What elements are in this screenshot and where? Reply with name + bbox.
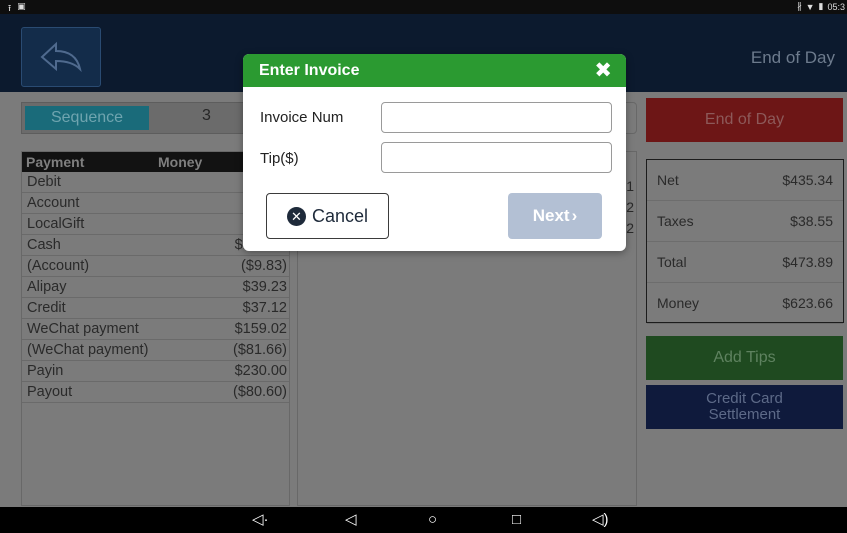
summary-row: Total $473.89 xyxy=(647,242,843,283)
row-name: (WeChat payment) xyxy=(27,342,149,358)
cancel-button[interactable]: ✕ Cancel xyxy=(266,193,389,239)
enter-invoice-dialog: Enter Invoice ✖ Invoice Num Tip($) ✕ Can… xyxy=(243,54,626,251)
volume-up-icon[interactable]: ◁) xyxy=(592,511,609,529)
header-money: Money xyxy=(158,154,203,170)
status-bar: ⭱ ▣ ∦ ▼ ▮ 05:3 xyxy=(0,0,847,14)
back-button[interactable] xyxy=(21,27,101,87)
table-row[interactable]: Payin $230.00 xyxy=(22,361,289,382)
battery-icon: ▮ xyxy=(818,1,824,11)
invoice-num-input[interactable] xyxy=(381,102,612,133)
summary-value: $435.34 xyxy=(782,172,833,188)
table-row[interactable]: WeChat payment $159.02 xyxy=(22,319,289,340)
summary-row: Money $623.66 xyxy=(647,283,843,324)
back-nav-icon[interactable]: ◁ xyxy=(345,511,357,529)
volume-down-icon[interactable]: ◁· xyxy=(252,511,269,529)
cancel-x-icon: ✕ xyxy=(286,206,306,226)
sequence-label: Sequence xyxy=(25,106,149,130)
credit-settlement-line1: Credit Card xyxy=(706,390,783,407)
page-title: End of Day xyxy=(750,48,835,67)
summary-label: Money xyxy=(657,295,700,311)
row-name: Cash xyxy=(27,237,61,253)
middle-value: 1 xyxy=(626,178,634,194)
row-name: Payout xyxy=(27,384,73,400)
row-money: $159.02 xyxy=(234,321,287,337)
row-name: WeChat payment xyxy=(27,321,139,337)
summary-row: Net $435.34 xyxy=(647,160,843,201)
summary-value: $38.55 xyxy=(790,213,833,229)
row-money: $39.23 xyxy=(242,279,287,295)
recents-nav-icon[interactable]: □ xyxy=(512,511,521,529)
close-icon[interactable]: ✖ xyxy=(594,54,612,87)
tip-label: Tip($) xyxy=(260,150,299,167)
bluetooth-icon: ∦ xyxy=(797,1,802,11)
add-tips-button[interactable]: Add Tips xyxy=(646,336,843,380)
row-money: ($9.83) xyxy=(241,258,287,274)
tip-input[interactable] xyxy=(381,142,612,173)
table-row[interactable]: (WeChat payment) ($81.66) xyxy=(22,340,289,361)
header-payment: Payment xyxy=(26,154,85,170)
summary-label: Taxes xyxy=(657,213,694,229)
credit-settlement-line2: Settlement xyxy=(708,406,781,423)
invoice-num-label: Invoice Num xyxy=(260,109,344,126)
next-label: Next xyxy=(532,206,570,225)
dialog-title: Enter Invoice xyxy=(259,62,360,79)
row-name: Credit xyxy=(27,300,66,316)
sequence-value: 3 xyxy=(202,107,211,124)
wifi-icon: ▼ xyxy=(805,1,815,12)
row-name: Debit xyxy=(27,174,61,190)
credit-card-settlement-button[interactable]: Credit Card Settlement xyxy=(646,385,843,429)
next-button[interactable]: Next › xyxy=(508,193,602,239)
row-money: ($80.60) xyxy=(232,384,287,400)
summary-label: Net xyxy=(657,172,679,188)
row-name: LocalGift xyxy=(27,216,85,232)
summary-value: $623.66 xyxy=(782,295,833,311)
summary-row: Taxes $38.55 xyxy=(647,201,843,242)
table-row[interactable]: Credit $37.12 xyxy=(22,298,289,319)
navigation-bar: ◁· ◁ ○ □ ◁) xyxy=(0,507,847,533)
row-money: $230.00 xyxy=(234,363,287,379)
cancel-label: Cancel xyxy=(311,205,369,226)
clock: 05:3 xyxy=(827,1,845,12)
table-row[interactable]: Payout ($80.60) xyxy=(22,382,289,403)
row-name: Payin xyxy=(27,363,64,379)
end-of-day-button[interactable]: End of Day xyxy=(646,98,843,142)
row-name: Account xyxy=(27,195,80,211)
middle-value: 2 xyxy=(626,220,634,236)
table-row[interactable]: (Account) ($9.83) xyxy=(22,256,289,277)
middle-value: 2 xyxy=(626,199,634,215)
row-money: $37.12 xyxy=(242,300,287,316)
summary-value: $473.89 xyxy=(782,254,833,270)
summary-label: Total xyxy=(657,254,687,270)
back-arrow-icon xyxy=(40,41,82,73)
summary-panel: Net $435.34 Taxes $38.55 Total $473.89 Mone… xyxy=(646,159,844,324)
row-name: Alipay xyxy=(27,279,67,295)
table-row[interactable]: Alipay $39.23 xyxy=(22,277,289,298)
chevron-right-icon: › xyxy=(571,206,578,225)
row-name: (Account) xyxy=(27,258,90,274)
row-money: ($81.66) xyxy=(232,342,287,358)
home-nav-icon[interactable]: ○ xyxy=(428,511,437,529)
dialog-header: Enter Invoice ✖ xyxy=(243,54,626,87)
